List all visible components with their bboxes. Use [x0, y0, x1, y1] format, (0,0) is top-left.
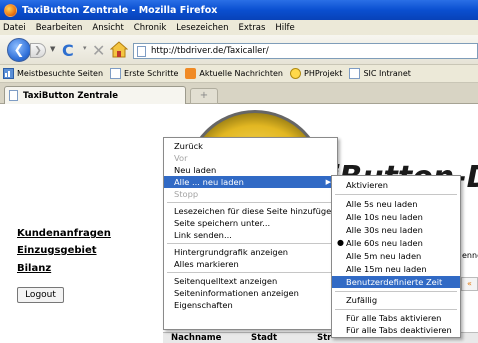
bookmarks-toolbar: Meistbesuchte Seiten Erste Schritte Aktu… — [0, 65, 478, 83]
back-button[interactable]: ❮ — [7, 38, 31, 62]
sub-benutzerdefinierte-zeit[interactable]: Benutzerdefinierte Zeit — [332, 276, 460, 288]
bookmark-erste-schritte[interactable]: Erste Schritte — [110, 68, 178, 79]
tab-taxibutton-zentrale[interactable]: TaxiButton Zentrale — [4, 86, 186, 104]
bookmark-meistbesuchte[interactable]: Meistbesuchte Seiten — [3, 68, 103, 79]
sub-5s[interactable]: Alle 5s neu laden — [332, 198, 460, 210]
table-header-nachname[interactable]: Nachname — [171, 333, 221, 343]
window-titlebar: TaxiButton Zentrale - Mozilla Firefox — [0, 0, 478, 20]
link-bilanz[interactable]: Bilanz — [17, 263, 51, 274]
menu-separator — [167, 272, 334, 273]
bookmark-phprojekt[interactable]: PHProjekt — [290, 68, 342, 79]
ctx-stopp: Stopp — [174, 189, 199, 199]
menu-hilfe[interactable]: Hilfe — [275, 23, 294, 33]
address-bar-url: http://tbdriver.de/Taxicaller/ — [151, 46, 269, 56]
forward-button[interactable]: ❯ — [30, 43, 46, 58]
sub-aktivieren[interactable]: Aktivieren — [332, 179, 460, 191]
sub-10s[interactable]: Alle 10s neu laden — [332, 211, 460, 223]
tab-bar: TaxiButton Zentrale + — [0, 83, 478, 104]
bookmark-sic-intranet[interactable]: SIC Intranet — [349, 68, 411, 79]
navigation-toolbar: ❮ ❯ ▼ C ▾ ✕ http://tbdriver.de/Taxicalle… — [0, 35, 478, 65]
table-header-stadt[interactable]: Stadt — [251, 333, 277, 343]
smiley-icon — [290, 68, 301, 79]
menu-bearbeiten[interactable]: Bearbeiten — [36, 23, 83, 33]
sub-alle-tabs-aktivieren[interactable]: Für alle Tabs aktivieren — [332, 312, 460, 324]
logout-button[interactable]: Logout — [17, 287, 64, 303]
rss-feed-icon — [185, 68, 197, 79]
menu-separator — [335, 291, 457, 292]
menu-datei[interactable]: Datei — [3, 23, 26, 33]
pager-prev-icon[interactable]: « — [461, 277, 478, 291]
sub-60s[interactable]: ● Alle 60s neu laden — [332, 237, 460, 249]
sub-5m[interactable]: Alle 5m neu laden — [332, 250, 460, 262]
link-kundenanfragen[interactable]: Kundenanfragen — [17, 228, 111, 239]
reload-icon[interactable]: C — [62, 41, 74, 60]
ctx-hintergrundgrafik[interactable]: Hintergrundgrafik anzeigen — [164, 246, 337, 258]
new-tab-button[interactable]: + — [190, 88, 218, 104]
page-icon — [9, 90, 18, 101]
sub-alle-tabs-deaktivieren[interactable]: Für alle Tabs deaktivieren — [332, 324, 460, 336]
page-icon — [137, 45, 146, 57]
table-header-strasse[interactable]: Str — [317, 333, 331, 343]
window-title: TaxiButton Zentrale - Mozilla Firefox — [22, 4, 218, 16]
sub-zufaellig[interactable]: Zufällig — [332, 294, 460, 306]
history-dropdown-icon[interactable]: ▼ — [50, 45, 55, 53]
home-icon[interactable] — [110, 41, 128, 58]
stop-icon[interactable]: ✕ — [92, 41, 105, 60]
menu-separator — [167, 243, 334, 244]
menu-chronik[interactable]: Chronik — [134, 23, 167, 33]
firefox-icon — [4, 3, 17, 17]
ctx-lesezeichen-hinzufuegen[interactable]: Lesezeichen für diese Seite hinzufügen — [164, 205, 337, 217]
ctx-alle-neu-laden[interactable]: Alle ... neu laden ▶ — [164, 176, 337, 188]
ctx-neu-laden[interactable]: Neu laden — [164, 164, 337, 176]
sub-30s[interactable]: Alle 30s neu laden — [332, 224, 460, 236]
sub-15m[interactable]: Alle 15m neu laden — [332, 263, 460, 275]
ctx-vor: Vor — [174, 153, 188, 163]
dropdown-dot-icon: ▾ — [83, 44, 87, 52]
page-icon — [349, 68, 361, 79]
ctx-zurueck[interactable]: Zurück — [164, 140, 337, 152]
menu-lesezeichen[interactable]: Lesezeichen — [176, 23, 228, 33]
bookmark-bar-icon — [3, 68, 14, 79]
menu-separator — [335, 309, 457, 310]
link-einzugsgebiet[interactable]: Einzugsgebiet — [17, 245, 97, 256]
menu-extras[interactable]: Extras — [239, 23, 266, 33]
menu-separator — [335, 194, 457, 195]
address-bar[interactable]: http://tbdriver.de/Taxicaller/ — [133, 43, 478, 59]
ctx-alles-markieren[interactable]: Alles markieren — [164, 258, 337, 270]
menu-bar: Datei Bearbeiten Ansicht Chronik Lesezei… — [0, 20, 478, 35]
context-menu: Zurück Vor Neu laden Alle ... neu laden … — [163, 137, 338, 330]
ctx-seiteninformationen[interactable]: Seiteninformationen anzeigen — [164, 287, 337, 299]
menu-ansicht[interactable]: Ansicht — [92, 23, 123, 33]
page-icon — [110, 68, 122, 79]
ctx-alle-neu-laden-label: Alle ... neu laden — [174, 177, 244, 187]
menu-separator — [167, 202, 334, 203]
ctx-seitenquelltext[interactable]: Seitenquelltext anzeigen — [164, 275, 337, 287]
ctx-eigenschaften[interactable]: Eigenschaften — [164, 299, 337, 311]
ctx-link-senden[interactable]: Link senden... — [164, 229, 337, 241]
ctx-seite-speichern[interactable]: Seite speichern unter... — [164, 217, 337, 229]
table-header-fragment: enne — [462, 251, 478, 260]
radio-checked-icon: ● — [337, 238, 344, 247]
bookmark-aktuelle-nachrichten[interactable]: Aktuelle Nachrichten — [185, 68, 283, 79]
reload-submenu: Aktivieren Alle 5s neu laden Alle 10s ne… — [331, 175, 461, 338]
